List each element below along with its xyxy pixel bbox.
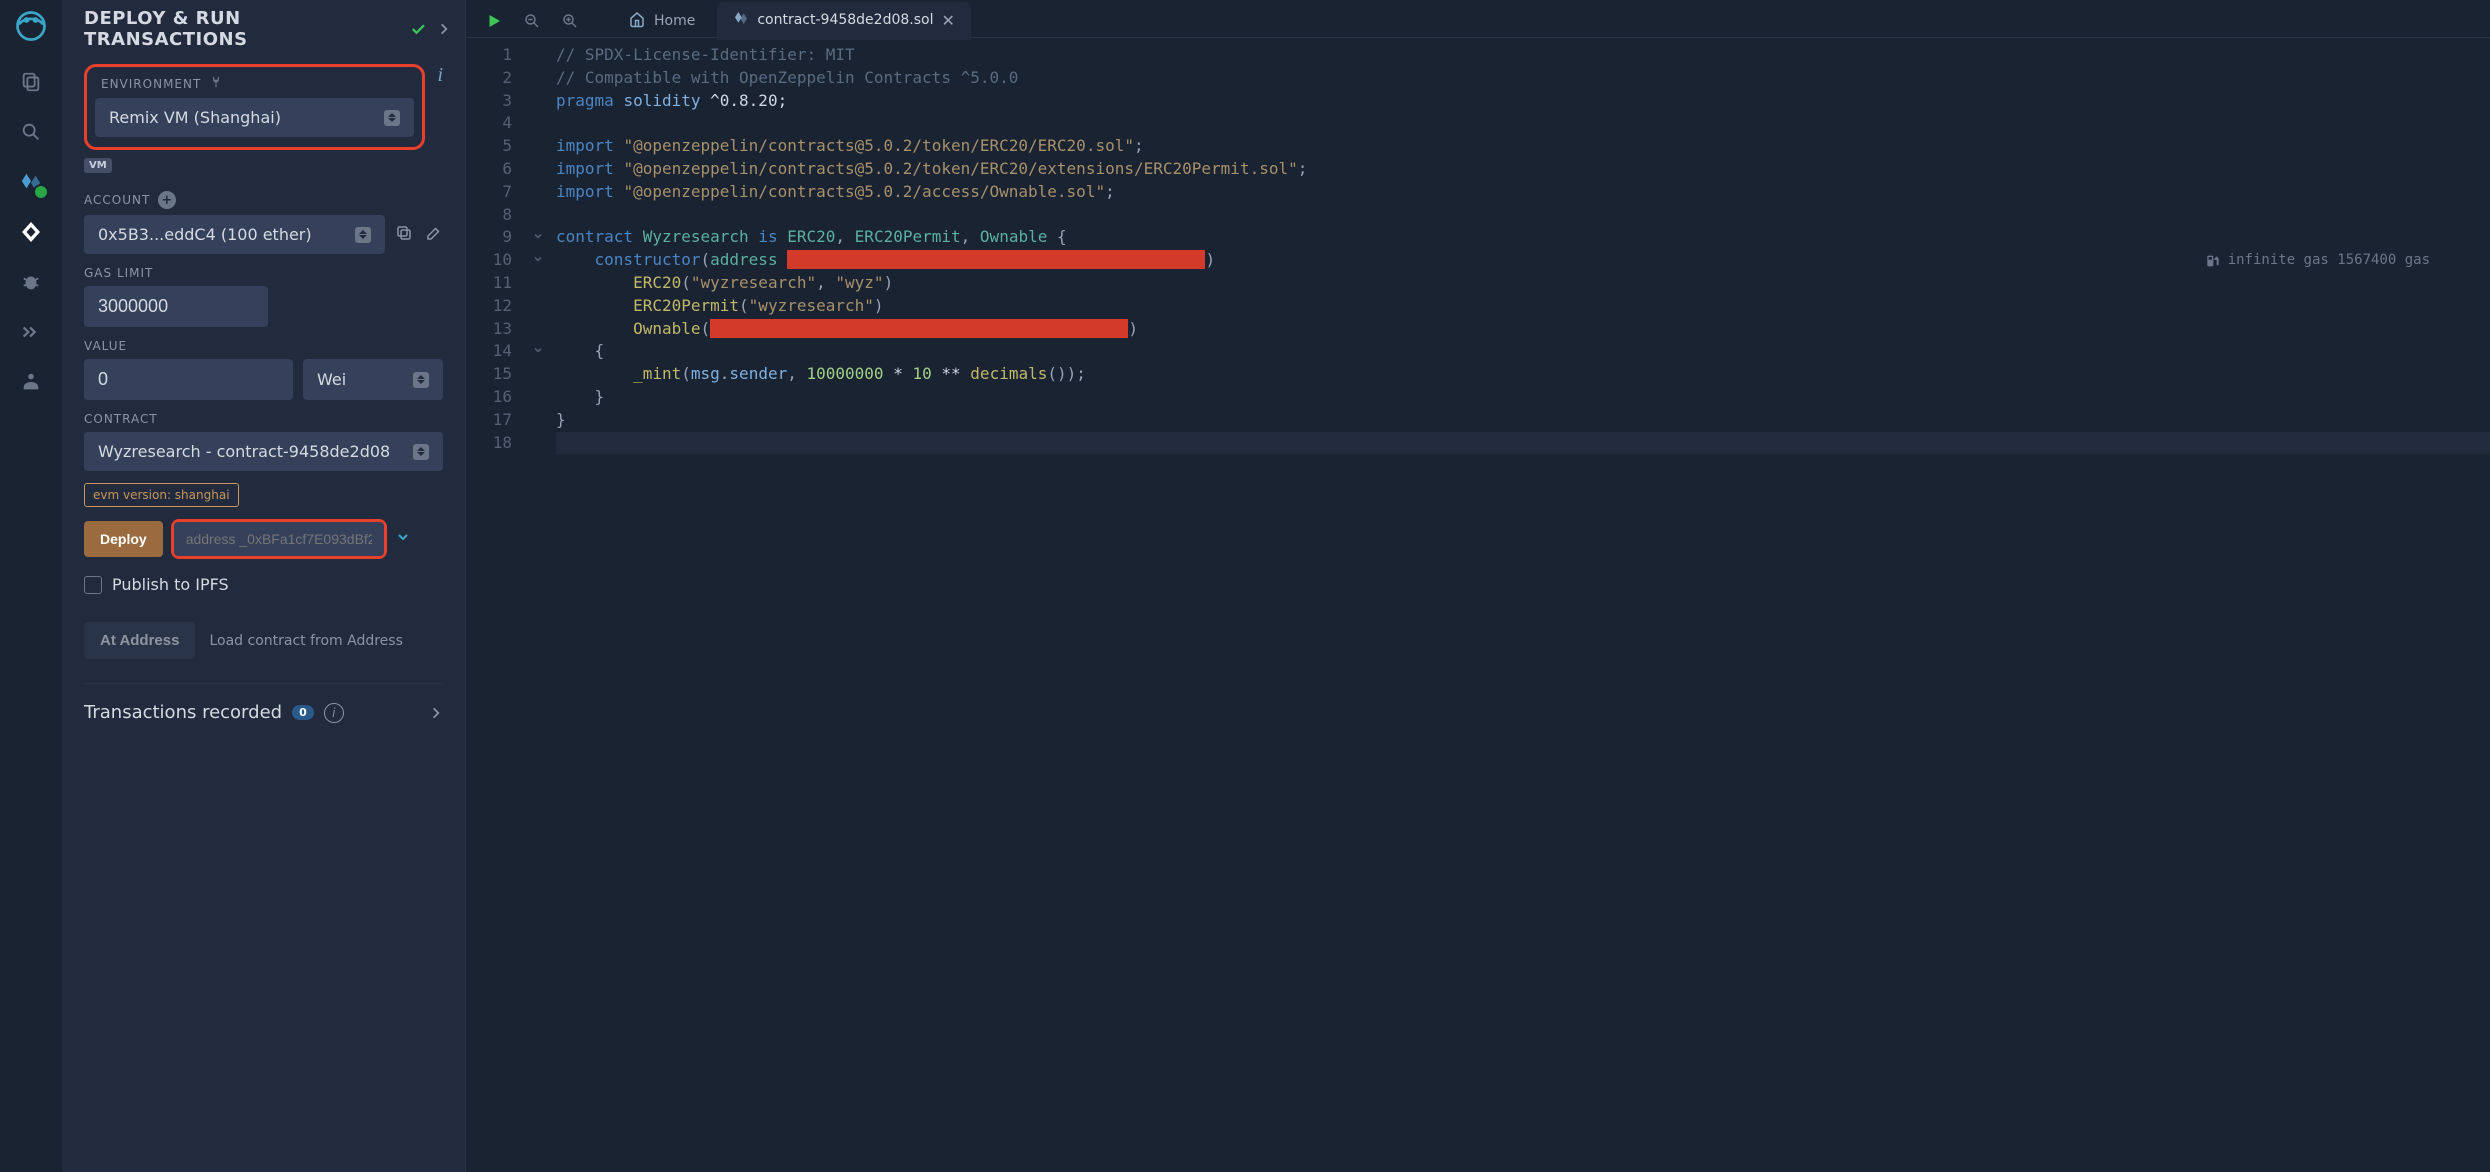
home-icon bbox=[628, 10, 646, 32]
transactions-recorded-label: Transactions recorded bbox=[84, 702, 282, 723]
at-address-hint: Load contract from Address bbox=[209, 633, 402, 649]
tab-home[interactable]: Home bbox=[612, 2, 711, 40]
zoom-in-icon[interactable] bbox=[554, 5, 586, 37]
edit-account-icon[interactable] bbox=[425, 224, 443, 246]
copy-account-icon[interactable] bbox=[395, 224, 413, 246]
info-icon[interactable]: i bbox=[431, 64, 443, 87]
contract-select[interactable]: Wyzresearch - contract-9458de2d08 bbox=[84, 432, 443, 471]
solidity-analyzer-icon[interactable] bbox=[15, 316, 47, 348]
learn-icon[interactable] bbox=[15, 366, 47, 398]
activity-bar bbox=[0, 0, 62, 1172]
chevron-right-icon[interactable] bbox=[437, 22, 451, 36]
zoom-out-icon[interactable] bbox=[516, 5, 548, 37]
environment-value: Remix VM (Shanghai) bbox=[109, 108, 281, 127]
deploy-args-input[interactable] bbox=[174, 522, 384, 556]
compile-success-badge bbox=[33, 184, 49, 200]
updown-icon bbox=[355, 227, 371, 243]
updown-icon bbox=[413, 372, 429, 388]
chevron-right-icon bbox=[429, 706, 443, 720]
value-unit-select[interactable]: Wei bbox=[303, 359, 443, 400]
close-tab-icon[interactable]: ✕ bbox=[941, 11, 954, 30]
line-number-gutter: 123456789101112131415161718 bbox=[466, 44, 526, 1172]
deploy-panel: DEPLOY & RUN TRANSACTIONS ENVIRONMENT Re… bbox=[62, 0, 466, 1172]
updown-icon bbox=[413, 444, 429, 460]
at-address-button[interactable]: At Address bbox=[84, 622, 195, 659]
gas-limit-input[interactable] bbox=[84, 286, 268, 327]
plug-icon bbox=[209, 75, 223, 92]
search-icon[interactable] bbox=[15, 116, 47, 148]
value-label: VALUE bbox=[84, 339, 443, 353]
main-editor-area: Home contract-9458de2d08.sol ✕ 123456789… bbox=[466, 0, 2490, 1172]
gas-pump-icon bbox=[2204, 253, 2220, 269]
publish-ipfs-checkbox[interactable] bbox=[84, 576, 102, 594]
transactions-recorded-row[interactable]: Transactions recorded 0 i bbox=[84, 702, 443, 723]
value-input[interactable] bbox=[84, 359, 293, 400]
updown-icon bbox=[384, 110, 400, 126]
tx-count-badge: 0 bbox=[292, 705, 314, 720]
deploy-button[interactable]: Deploy bbox=[84, 521, 163, 557]
expand-args-icon[interactable] bbox=[395, 529, 411, 549]
sol-compiler-icon[interactable] bbox=[15, 166, 47, 198]
add-account-icon[interactable]: + bbox=[158, 191, 176, 209]
account-select[interactable]: 0x5B3...eddC4 (100 ether) bbox=[84, 215, 385, 254]
vm-tag: VM bbox=[84, 158, 112, 173]
divider bbox=[84, 683, 443, 684]
environment-select[interactable]: Remix VM (Shanghai) bbox=[95, 98, 414, 137]
environment-highlight: ENVIRONMENT Remix VM (Shanghai) bbox=[84, 64, 425, 150]
gas-limit-label: GAS LIMIT bbox=[84, 266, 443, 280]
panel-header: DEPLOY & RUN TRANSACTIONS bbox=[62, 0, 465, 58]
solidity-file-icon bbox=[733, 10, 749, 30]
remix-logo-icon[interactable] bbox=[13, 8, 49, 48]
environment-label: ENVIRONMENT bbox=[95, 75, 414, 92]
tab-file-label: contract-9458de2d08.sol bbox=[757, 12, 933, 28]
publish-ipfs-label: Publish to IPFS bbox=[112, 575, 229, 594]
fold-gutter[interactable] bbox=[526, 44, 550, 1172]
tab-home-label: Home bbox=[654, 13, 695, 29]
editor-toolbar: Home contract-9458de2d08.sol ✕ bbox=[466, 0, 2490, 38]
contract-value: Wyzresearch - contract-9458de2d08 bbox=[98, 442, 390, 461]
gas-estimate-note: infinite gas 1567400 gas bbox=[2204, 249, 2430, 272]
file-explorer-icon[interactable] bbox=[15, 66, 47, 98]
panel-title: DEPLOY & RUN TRANSACTIONS bbox=[84, 8, 399, 50]
deploy-run-icon[interactable] bbox=[15, 216, 47, 248]
run-icon[interactable] bbox=[478, 5, 510, 37]
code-editor[interactable]: 123456789101112131415161718 // SPDX-Lice… bbox=[466, 38, 2490, 1172]
account-label: ACCOUNT + bbox=[84, 191, 443, 209]
account-value: 0x5B3...eddC4 (100 ether) bbox=[98, 225, 312, 244]
tab-contract-file[interactable]: contract-9458de2d08.sol ✕ bbox=[717, 2, 971, 40]
deploy-args-highlight bbox=[171, 519, 387, 559]
check-icon bbox=[409, 20, 427, 38]
debugger-icon[interactable] bbox=[15, 266, 47, 298]
contract-label: CONTRACT bbox=[84, 412, 443, 426]
code-content[interactable]: // SPDX-License-Identifier: MIT// Compat… bbox=[550, 44, 2490, 1172]
info-circle-icon[interactable]: i bbox=[324, 703, 344, 723]
evm-version-note: evm version: shanghai bbox=[84, 483, 239, 507]
value-unit: Wei bbox=[317, 370, 346, 389]
